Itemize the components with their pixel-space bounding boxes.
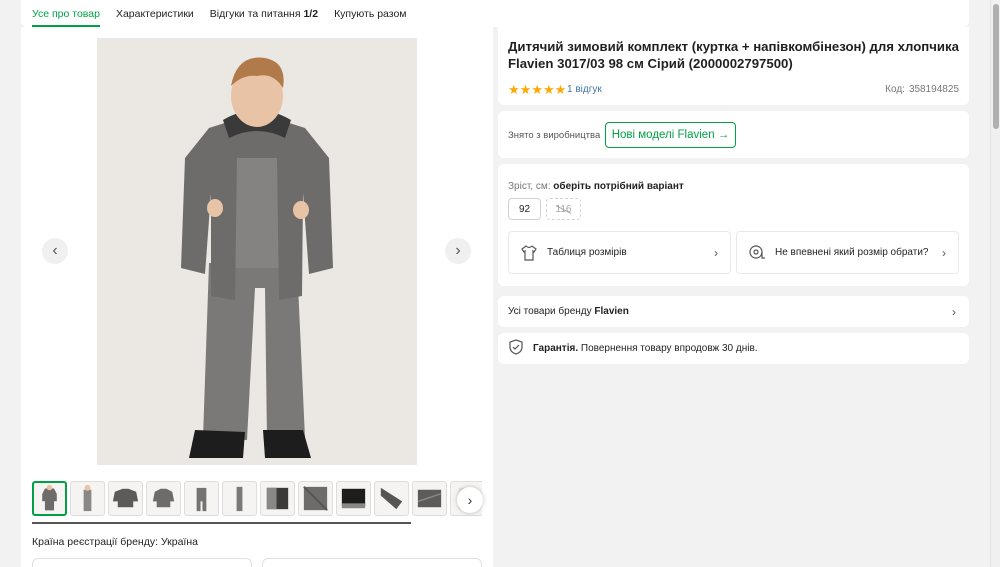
product-gallery: ‹ › › Країна реєстрації бренду: Україна: [21, 27, 493, 567]
tab-reviews-count: 1/2: [303, 8, 319, 20]
size-label: Зріст, см: оберіть потрібний варіант: [508, 181, 684, 192]
info-card[interactable]: [32, 558, 252, 567]
size-option-116[interactable]: 116: [546, 198, 581, 220]
size-advice-button[interactable]: Не впевнені який розмір обрати? ›: [736, 231, 959, 274]
availability-panel: Знято з виробництва Нові моделі Flavien …: [498, 111, 969, 158]
rating-stars[interactable]: ★ ★ ★ ★ ★: [508, 82, 567, 98]
discontinued-status: Знято з виробництва: [508, 130, 601, 141]
product-code-label: Код:: [885, 84, 905, 95]
shield-check-icon: [508, 339, 524, 358]
chevron-right-icon: ›: [714, 245, 718, 260]
size-option-92[interactable]: 92: [508, 198, 541, 220]
size-table-button[interactable]: Таблиця розмірів ›: [508, 231, 731, 274]
product-code: Код: 358194825: [881, 84, 959, 95]
gallery-thumbnail[interactable]: [260, 481, 295, 516]
reviews-link[interactable]: 1 відгук: [567, 84, 602, 95]
thumbnail-strip: [32, 481, 482, 519]
size-panel: Зріст, см: оберіть потрібний варіант 92 …: [498, 164, 969, 286]
chevron-right-icon: ›: [455, 242, 461, 259]
gallery-thumbnail[interactable]: [412, 481, 447, 516]
gallery-thumbnail[interactable]: [32, 481, 67, 516]
star-icon: ★: [531, 82, 543, 97]
gallery-thumbnail[interactable]: [146, 481, 181, 516]
page-scrollbar[interactable]: [990, 0, 1000, 567]
product-code-value: 358194825: [908, 84, 959, 95]
star-icon: ★: [519, 82, 532, 97]
brand-country-value: Україна: [160, 536, 198, 548]
guarantee-description: Повернення товару впродовж 30 днів.: [580, 343, 758, 354]
thumbnails-next-button[interactable]: ›: [457, 487, 483, 513]
chevron-right-icon: ›: [467, 492, 473, 508]
guarantee-title: Гарантія.: [533, 343, 579, 354]
size-label-text: Зріст, см:: [508, 181, 551, 192]
brand-country: Країна реєстрації бренду: Україна: [32, 536, 198, 548]
gallery-prev-button[interactable]: ‹: [42, 238, 68, 264]
guarantee-text: Гарантія. Повернення товару впродовж 30 …: [533, 343, 758, 354]
gallery-thumbnail[interactable]: [70, 481, 105, 516]
gallery-thumbnail[interactable]: [298, 481, 333, 516]
gallery-thumbnail[interactable]: [374, 481, 409, 516]
tab-all-about-product[interactable]: Усе про товар: [32, 0, 100, 27]
page-scrollbar-thumb[interactable]: [993, 4, 999, 129]
brand-products-label: Усі товари бренду Flavien: [508, 306, 952, 317]
tshirt-icon: [520, 244, 538, 262]
size-table-label: Таблиця розмірів: [547, 247, 627, 258]
brand-products-prefix: Усі товари бренду: [508, 306, 592, 317]
size-advice-label: Не впевнені який розмір обрати?: [775, 247, 929, 258]
star-icon: ★: [554, 82, 567, 97]
gallery-thumbnail[interactable]: [184, 481, 219, 516]
size-prompt: оберіть потрібний варіант: [553, 181, 684, 192]
brand-name: Flavien: [594, 306, 629, 317]
star-icon: ★: [508, 82, 520, 97]
info-card[interactable]: [262, 558, 482, 567]
star-icon: ★: [542, 82, 555, 97]
tab-bought-together[interactable]: Купують разом: [334, 0, 406, 27]
product-tabs: Усе про товар Характеристики Відгуки та …: [21, 0, 969, 27]
thumbnail-scroll-indicator[interactable]: [32, 522, 411, 524]
brand-country-label: Країна реєстрації бренду:: [32, 536, 159, 548]
main-product-photo[interactable]: [97, 38, 417, 465]
brand-products-link[interactable]: Усі товари бренду Flavien ›: [498, 296, 969, 327]
tab-reviews[interactable]: Відгуки та питання 1/2: [210, 0, 318, 27]
gallery-thumbnail[interactable]: [108, 481, 143, 516]
guarantee-panel: Гарантія. Повернення товару впродовж 30 …: [498, 333, 969, 364]
chevron-left-icon: ‹: [52, 242, 58, 259]
chevron-right-icon: ›: [952, 304, 956, 319]
tab-reviews-label: Відгуки та питання: [209, 8, 301, 20]
product-title: Дитячий зимовий комплект (куртка + напів…: [508, 39, 959, 71]
gallery-next-button[interactable]: ›: [445, 238, 471, 264]
measuring-tape-icon: [748, 244, 766, 262]
chevron-right-icon: ›: [942, 245, 946, 260]
new-models-button[interactable]: Нові моделі Flavien →: [605, 122, 736, 148]
product-title-panel: Дитячий зимовий комплект (куртка + напів…: [498, 27, 969, 105]
gallery-thumbnail[interactable]: [222, 481, 257, 516]
gallery-thumbnail[interactable]: [336, 481, 371, 516]
tab-characteristics[interactable]: Характеристики: [116, 0, 194, 27]
